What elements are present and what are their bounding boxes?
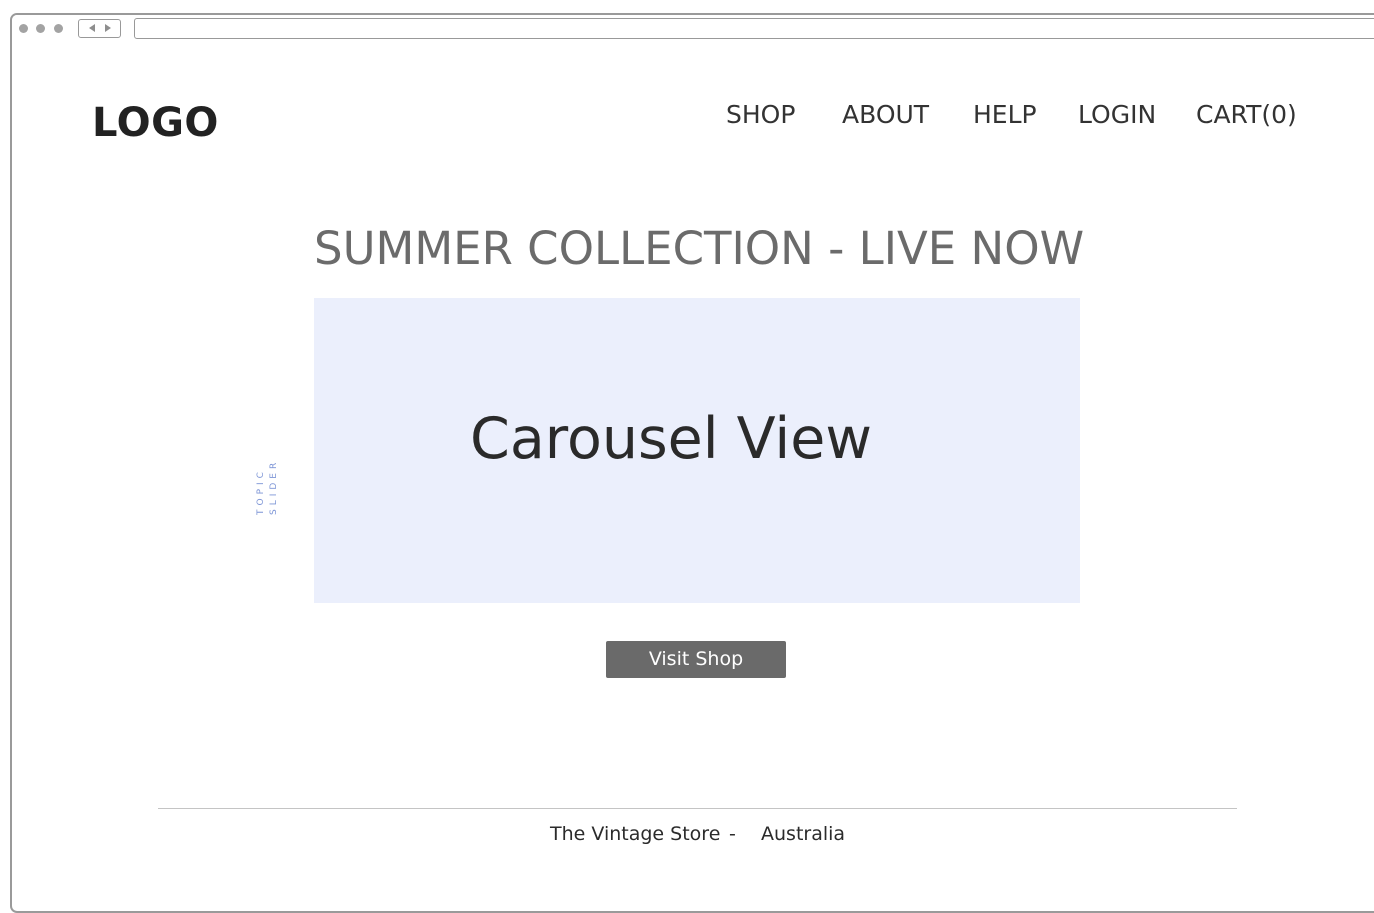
- address-bar[interactable]: [134, 18, 1374, 39]
- carousel-placeholder-text: Carousel View: [470, 406, 872, 472]
- nav-about[interactable]: ABOUT: [842, 100, 929, 129]
- window-minimize-dot[interactable]: [36, 24, 45, 33]
- side-label-line1: TOPIC: [256, 468, 266, 515]
- forward-arrow-icon[interactable]: [105, 24, 111, 32]
- footer-separator: -: [729, 823, 736, 845]
- browser-titlebar: [12, 15, 1374, 47]
- topic-slider-label: TOPIC SLIDER: [255, 459, 281, 515]
- visit-shop-button[interactable]: Visit Shop: [606, 641, 786, 678]
- window-maximize-dot[interactable]: [54, 24, 63, 33]
- hero-headline: SUMMER COLLECTION - LIVE NOW: [314, 222, 1085, 275]
- footer-country: Australia: [761, 823, 846, 845]
- window-close-dot[interactable]: [19, 24, 28, 33]
- site-logo[interactable]: LOGO: [92, 100, 219, 146]
- side-label-line2: SLIDER: [269, 458, 279, 515]
- nav-help[interactable]: HELP: [973, 100, 1037, 129]
- back-arrow-icon[interactable]: [89, 24, 95, 32]
- nav-login[interactable]: LOGIN: [1078, 100, 1156, 129]
- footer-store-name: The Vintage Store: [550, 823, 721, 845]
- footer-divider: [158, 808, 1237, 809]
- carousel-view[interactable]: Carousel View: [314, 298, 1080, 603]
- nav-cart[interactable]: CART(0): [1196, 100, 1297, 129]
- browser-nav-buttons: [78, 19, 121, 38]
- nav-shop[interactable]: SHOP: [726, 100, 795, 129]
